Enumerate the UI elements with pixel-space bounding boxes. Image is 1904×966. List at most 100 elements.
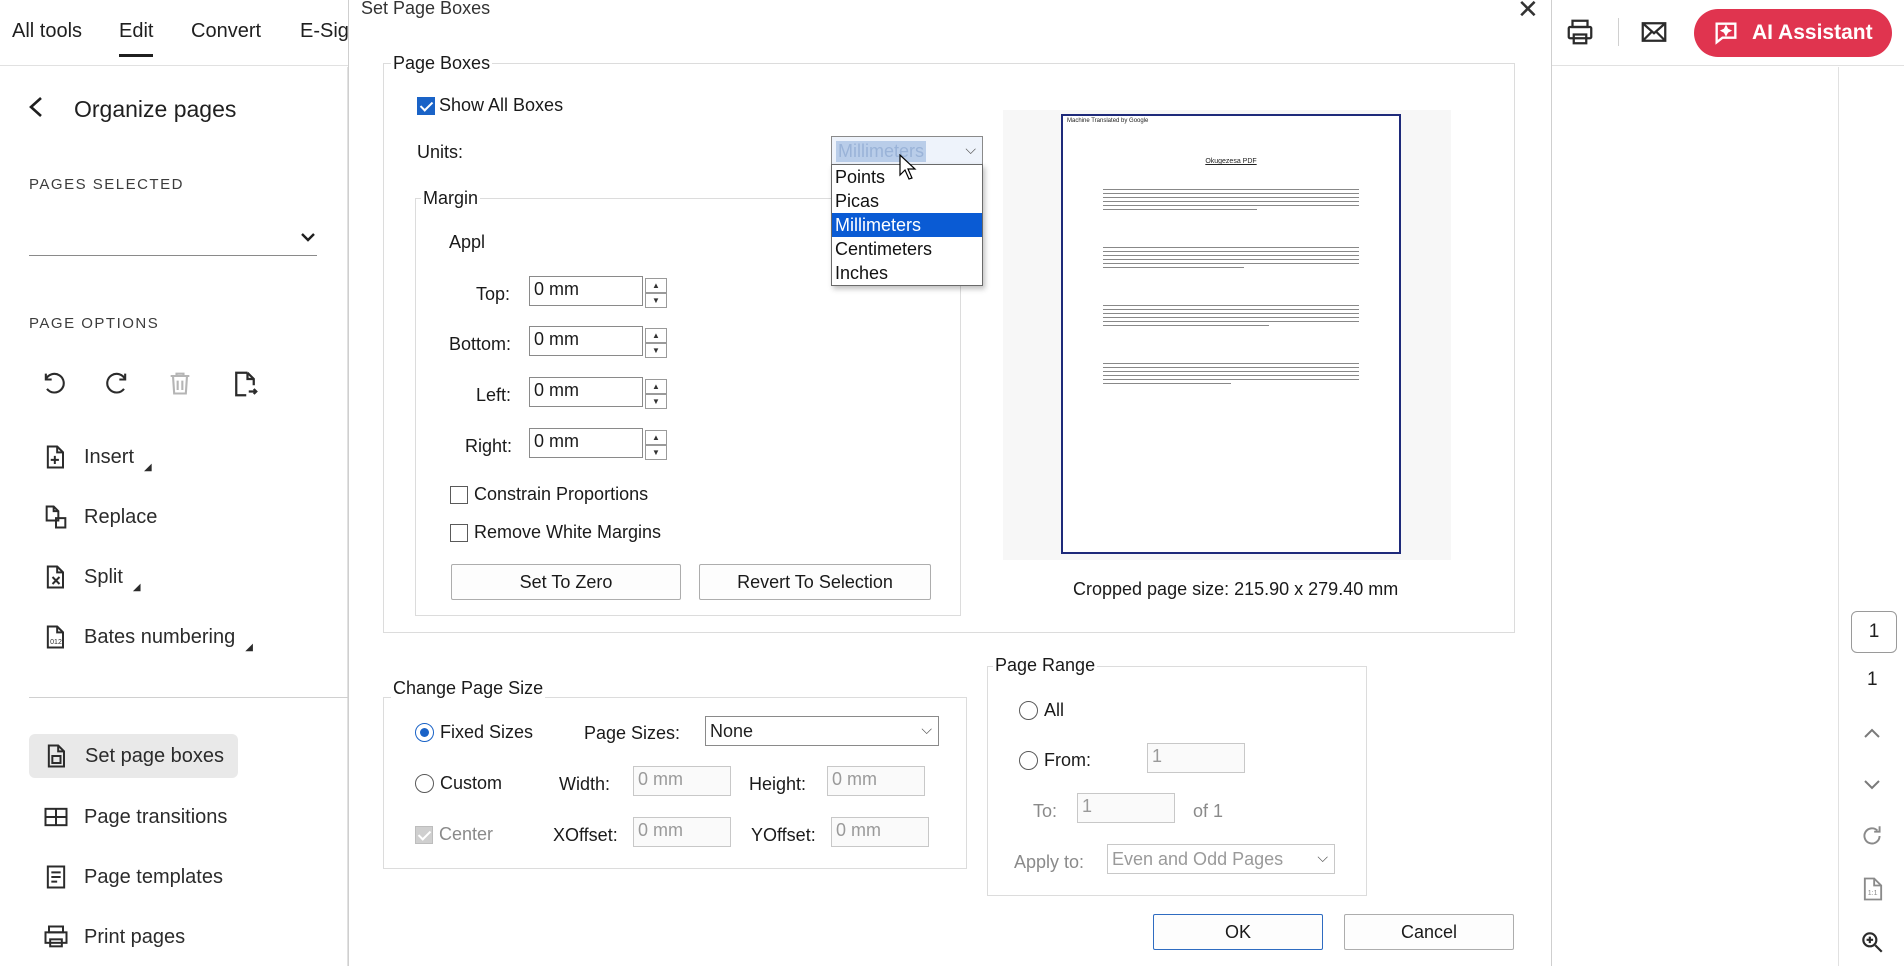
page-total: 1 bbox=[1867, 669, 1878, 690]
checkbox-checked-icon bbox=[417, 96, 435, 115]
tool-insert[interactable]: Insert ◢ bbox=[42, 443, 156, 473]
rotate-clockwise-icon[interactable] bbox=[103, 369, 131, 402]
tool-bates-label: Bates numbering bbox=[84, 625, 236, 648]
left-margin-spinner[interactable]: ▲ ▼ bbox=[645, 379, 667, 409]
yoffset-input[interactable]: 0 mm bbox=[831, 817, 929, 847]
from-label: From: bbox=[1044, 750, 1091, 770]
show-all-boxes-checkbox[interactable]: Show All Boxes bbox=[417, 95, 563, 116]
tool-page-templates-label: Page templates bbox=[84, 865, 223, 888]
mail-icon[interactable] bbox=[1636, 14, 1672, 50]
change-page-size-label: Change Page Size bbox=[391, 678, 546, 699]
cropped-page-size-text: Cropped page size: 215.90 x 279.40 mm bbox=[1073, 579, 1399, 599]
right-margin-spinner[interactable]: ▲ ▼ bbox=[645, 430, 667, 460]
top-margin-spinner[interactable]: ▲ ▼ bbox=[645, 278, 667, 308]
center-checkbox[interactable]: Center bbox=[415, 824, 493, 845]
width-input[interactable]: 0 mm bbox=[633, 766, 731, 796]
all-pages-radio[interactable]: All bbox=[1019, 700, 1064, 721]
print-icon[interactable] bbox=[1562, 14, 1598, 50]
checkbox-unchecked-icon bbox=[450, 485, 468, 504]
actual-size-icon[interactable]: 1:1 bbox=[1859, 875, 1887, 908]
page-sizes-label: Page Sizes: bbox=[584, 723, 681, 743]
page-sizes-select[interactable]: None ⌵ bbox=[705, 716, 939, 746]
spin-up-icon[interactable]: ▲ bbox=[645, 379, 667, 394]
ok-button[interactable]: OK bbox=[1153, 914, 1323, 950]
nav-convert[interactable]: Convert bbox=[191, 20, 261, 43]
tool-page-transitions[interactable]: Page transitions bbox=[42, 803, 227, 831]
units-option-picas[interactable]: Picas bbox=[832, 189, 982, 213]
spin-up-icon[interactable]: ▲ bbox=[645, 430, 667, 445]
apply-to-select[interactable]: Even and Odd Pages ⌵ bbox=[1107, 844, 1335, 874]
refresh-icon[interactable] bbox=[1859, 823, 1885, 854]
custom-radio[interactable]: Custom bbox=[415, 773, 502, 794]
mouse-cursor-icon bbox=[899, 153, 917, 185]
revert-to-selection-button[interactable]: Revert To Selection bbox=[699, 564, 931, 600]
extract-pages-icon[interactable] bbox=[230, 369, 260, 404]
submenu-caret-icon: ◢ bbox=[245, 641, 253, 653]
tool-print-pages[interactable]: Print pages bbox=[42, 923, 185, 951]
back-arrow-icon[interactable] bbox=[26, 95, 48, 124]
constrain-proportions-checkbox[interactable]: Constrain Proportions bbox=[450, 484, 648, 505]
left-margin-input[interactable]: 0 mm bbox=[529, 377, 643, 407]
tool-split[interactable]: Split ◢ bbox=[42, 563, 145, 593]
tool-page-transitions-label: Page transitions bbox=[84, 805, 228, 828]
to-input[interactable]: 1 bbox=[1077, 793, 1175, 823]
radio-unselected-icon bbox=[1019, 751, 1038, 770]
tool-set-page-boxes-label: Set page boxes bbox=[85, 744, 224, 767]
left-panel: Organize pages PAGES SELECTED PAGE OPTIO… bbox=[0, 67, 348, 966]
radio-unselected-icon bbox=[415, 774, 434, 793]
custom-label: Custom bbox=[440, 773, 503, 793]
tool-set-page-boxes[interactable]: Set page boxes bbox=[29, 734, 238, 778]
pages-selected-dropdown[interactable] bbox=[29, 222, 317, 256]
section-divider bbox=[29, 697, 348, 698]
ai-assistant-button[interactable]: AI Assistant bbox=[1694, 9, 1892, 57]
nav-e-sign[interactable]: E-Sig bbox=[300, 20, 349, 43]
previous-page-icon[interactable] bbox=[1861, 723, 1883, 750]
rotate-counterclockwise-icon[interactable] bbox=[40, 369, 68, 402]
preview-body-lines bbox=[1103, 360, 1359, 387]
nav-edit[interactable]: Edit bbox=[119, 20, 154, 57]
next-page-icon[interactable] bbox=[1861, 773, 1883, 800]
close-icon[interactable]: ✕ bbox=[1517, 0, 1539, 25]
spin-down-icon[interactable]: ▼ bbox=[645, 445, 667, 460]
xoffset-input[interactable]: 0 mm bbox=[633, 817, 731, 847]
spin-down-icon[interactable]: ▼ bbox=[645, 293, 667, 308]
page-number-input[interactable]: 1 bbox=[1851, 611, 1897, 653]
from-input[interactable]: 1 bbox=[1147, 743, 1245, 773]
delete-icon[interactable] bbox=[166, 369, 194, 402]
page-count-text: of 1 bbox=[1193, 801, 1224, 821]
right-margin-input[interactable]: 0 mm bbox=[529, 428, 643, 458]
cancel-button[interactable]: Cancel bbox=[1344, 914, 1514, 950]
page-options-label: PAGE OPTIONS bbox=[29, 315, 160, 332]
bottom-margin-input[interactable]: 0 mm bbox=[529, 326, 643, 356]
height-label: Height: bbox=[749, 774, 807, 794]
tool-bates-numbering[interactable]: 012 Bates numbering ◢ bbox=[42, 623, 257, 653]
spin-down-icon[interactable]: ▼ bbox=[645, 394, 667, 409]
right-label: Right: bbox=[465, 436, 513, 456]
tool-page-templates[interactable]: Page templates bbox=[42, 863, 223, 891]
remove-white-margins-checkbox[interactable]: Remove White Margins bbox=[450, 522, 661, 543]
split-page-icon bbox=[46, 565, 64, 589]
tool-replace[interactable]: Replace bbox=[42, 503, 157, 531]
from-radio[interactable]: From: bbox=[1019, 750, 1091, 771]
constrain-proportions-label: Constrain Proportions bbox=[474, 484, 649, 504]
spin-up-icon[interactable]: ▲ bbox=[645, 278, 667, 293]
chevron-down-icon: ⌵ bbox=[921, 721, 932, 737]
units-option-centimeters[interactable]: Centimeters bbox=[832, 237, 982, 261]
fixed-sizes-radio[interactable]: Fixed Sizes bbox=[415, 722, 533, 743]
page-range-label: Page Range bbox=[993, 655, 1098, 676]
spin-down-icon[interactable]: ▼ bbox=[645, 343, 667, 358]
height-input[interactable]: 0 mm bbox=[827, 766, 925, 796]
spin-up-icon[interactable]: ▲ bbox=[645, 328, 667, 343]
svg-text:012: 012 bbox=[50, 639, 62, 646]
top-margin-input[interactable]: 0 mm bbox=[529, 276, 643, 306]
page-templates-icon bbox=[46, 865, 66, 889]
set-to-zero-button[interactable]: Set To Zero bbox=[451, 564, 681, 600]
bottom-margin-spinner[interactable]: ▲ ▼ bbox=[645, 328, 667, 358]
units-option-inches[interactable]: Inches bbox=[832, 261, 982, 285]
units-option-millimeters[interactable]: Millimeters bbox=[832, 213, 982, 237]
zoom-in-icon[interactable] bbox=[1859, 929, 1885, 960]
insert-page-icon bbox=[46, 445, 64, 469]
nav-all-tools[interactable]: All tools bbox=[12, 20, 82, 43]
dialog-title: Set Page Boxes bbox=[361, 0, 491, 18]
right-rail: 1 1 1:1 bbox=[1838, 67, 1904, 966]
